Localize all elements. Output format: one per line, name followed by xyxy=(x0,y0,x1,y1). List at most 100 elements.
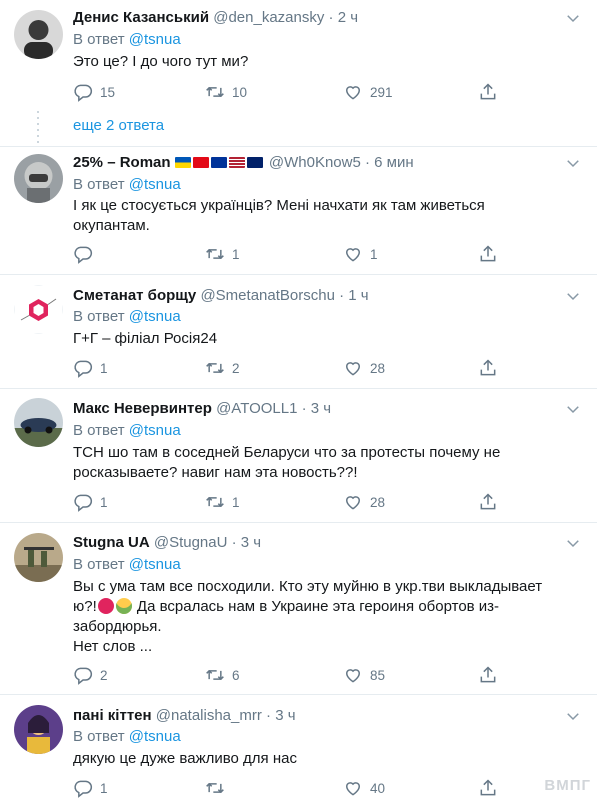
thread-connector xyxy=(37,111,39,147)
share-button[interactable] xyxy=(478,82,505,102)
timestamp[interactable]: 3 ч xyxy=(275,707,295,724)
caret-down-icon[interactable] xyxy=(564,287,582,305)
retweet-button[interactable]: 1 xyxy=(205,244,240,264)
author-name[interactable]: Сметанат борщу xyxy=(73,287,196,304)
retweet-icon xyxy=(205,244,225,264)
reply-mention[interactable]: @tsnua xyxy=(129,556,181,573)
more-replies-link[interactable]: еще 2 ответа xyxy=(73,117,164,134)
avatar[interactable] xyxy=(14,154,63,203)
reply-count: 15 xyxy=(100,84,116,100)
like-icon xyxy=(343,244,363,264)
reply-button[interactable]: 2 xyxy=(73,665,108,685)
like-icon xyxy=(343,665,363,685)
avatar[interactable] xyxy=(14,705,63,754)
avatar[interactable] xyxy=(14,398,63,447)
retweet-button[interactable]: 1 xyxy=(205,492,240,512)
reply-count: 2 xyxy=(100,667,108,683)
caret-down-icon[interactable] xyxy=(564,707,582,725)
retweet-count: 2 xyxy=(232,360,240,376)
timestamp[interactable]: 1 ч xyxy=(348,287,368,304)
retweet-count: 1 xyxy=(232,494,240,510)
author-handle[interactable]: @Wh0Know5 xyxy=(269,154,361,171)
reply-button[interactable]: 1 xyxy=(73,778,108,798)
like-icon xyxy=(343,778,363,798)
reply-mention[interactable]: @tsnua xyxy=(129,176,181,193)
like-icon xyxy=(343,358,363,378)
ukraine-flag-icon xyxy=(174,157,191,168)
timestamp[interactable]: 2 ч xyxy=(338,9,358,26)
reply-icon xyxy=(73,665,93,685)
author-handle[interactable]: @SmetanatBorschu xyxy=(200,287,334,304)
timestamp[interactable]: 6 мин xyxy=(374,154,414,171)
author-name[interactable]: Макс Невервинтер xyxy=(73,400,212,417)
retweet-count: 1 xyxy=(232,246,240,262)
caret-down-icon[interactable] xyxy=(564,154,582,172)
retweet-icon xyxy=(205,82,225,102)
angry-face-icon xyxy=(97,598,114,614)
avatar[interactable] xyxy=(14,533,63,582)
share-button[interactable] xyxy=(478,665,505,685)
like-button[interactable]: 1 xyxy=(343,244,378,264)
reply-mention[interactable]: @tsnua xyxy=(129,308,181,325)
retweet-button[interactable]: 6 xyxy=(205,665,240,685)
turkey-flag-icon xyxy=(192,157,209,168)
tweet-text: Г+Г – філіал Росія24 xyxy=(73,330,218,347)
author-handle[interactable]: @natalisha_mrr xyxy=(156,707,262,724)
retweet-icon xyxy=(205,492,225,512)
share-button[interactable] xyxy=(478,358,505,378)
like-button[interactable]: 291 xyxy=(343,82,393,102)
tweet[interactable]: Сметанат борщу @SmetanatBorschu · 1 ч В … xyxy=(0,275,597,389)
like-icon xyxy=(343,492,363,512)
like-count: 1 xyxy=(370,246,378,262)
tweet[interactable]: Денис Казанський @den_kazansky · 2 ч В о… xyxy=(0,0,597,106)
author-name[interactable]: Денис Казанський xyxy=(73,9,209,26)
reply-mention[interactable]: @tsnua xyxy=(129,31,181,48)
flags xyxy=(174,154,269,171)
tweet[interactable]: Stugna UA @StugnaU · 3 ч В ответ @tsnua … xyxy=(0,523,597,695)
eu-flag-icon xyxy=(210,157,227,168)
caret-down-icon[interactable] xyxy=(564,400,582,418)
nauseated-face-icon xyxy=(115,598,132,614)
tweet[interactable]: пані кіттен @natalisha_mrr · 3 ч В ответ… xyxy=(0,695,597,808)
like-button[interactable]: 28 xyxy=(343,358,385,378)
reply-mention[interactable]: @tsnua xyxy=(129,728,181,745)
reply-label: В ответ xyxy=(73,31,125,48)
like-button[interactable]: 28 xyxy=(343,492,385,512)
share-icon xyxy=(478,665,498,685)
share-button[interactable] xyxy=(478,492,505,512)
avatar[interactable] xyxy=(14,10,63,59)
watermark: ВМПГ xyxy=(544,777,591,794)
reply-count: 1 xyxy=(100,494,108,510)
reply-button[interactable] xyxy=(73,244,100,264)
reply-button[interactable]: 1 xyxy=(73,492,108,512)
timestamp[interactable]: 3 ч xyxy=(311,400,331,417)
reply-button[interactable]: 1 xyxy=(73,358,108,378)
reply-label: В ответ xyxy=(73,308,125,325)
like-button[interactable]: 40 xyxy=(343,778,385,798)
author-handle[interactable]: @ATOOLL1 xyxy=(216,400,297,417)
reply-button[interactable]: 15 xyxy=(73,82,115,102)
reply-mention[interactable]: @tsnua xyxy=(129,422,181,439)
retweet-button[interactable]: 2 xyxy=(205,358,240,378)
share-icon xyxy=(478,244,498,264)
author-name[interactable]: пані кіттен xyxy=(73,707,152,724)
tweet-text: дякую це дуже важливо для нас xyxy=(73,750,297,767)
author-name[interactable]: Stugna UA xyxy=(73,534,150,551)
retweet-button[interactable]: 10 xyxy=(205,82,247,102)
show-more-replies[interactable]: еще 2 ответа xyxy=(0,105,597,147)
tweet[interactable]: Макс Невервинтер @ATOOLL1 · 3 ч В ответ … xyxy=(0,389,597,523)
retweet-button[interactable] xyxy=(205,778,232,798)
author-handle[interactable]: @StugnaU xyxy=(154,534,228,551)
timestamp[interactable]: 3 ч xyxy=(241,534,261,551)
caret-down-icon[interactable] xyxy=(564,534,582,552)
share-button[interactable] xyxy=(478,778,505,798)
avatar[interactable] xyxy=(14,285,63,334)
author-name[interactable]: 25% – Roman xyxy=(73,154,171,171)
tweet[interactable]: 25% – Roman @Wh0Know5 · 6 мин В ответ @t… xyxy=(0,146,597,275)
tweet-text: Вы с ума там все посходили. Кто эту муйн… xyxy=(73,578,543,655)
share-button[interactable] xyxy=(478,244,505,264)
like-button[interactable]: 85 xyxy=(343,665,385,685)
reply-icon xyxy=(73,358,93,378)
author-handle[interactable]: @den_kazansky xyxy=(213,9,324,26)
caret-down-icon[interactable] xyxy=(564,9,582,27)
